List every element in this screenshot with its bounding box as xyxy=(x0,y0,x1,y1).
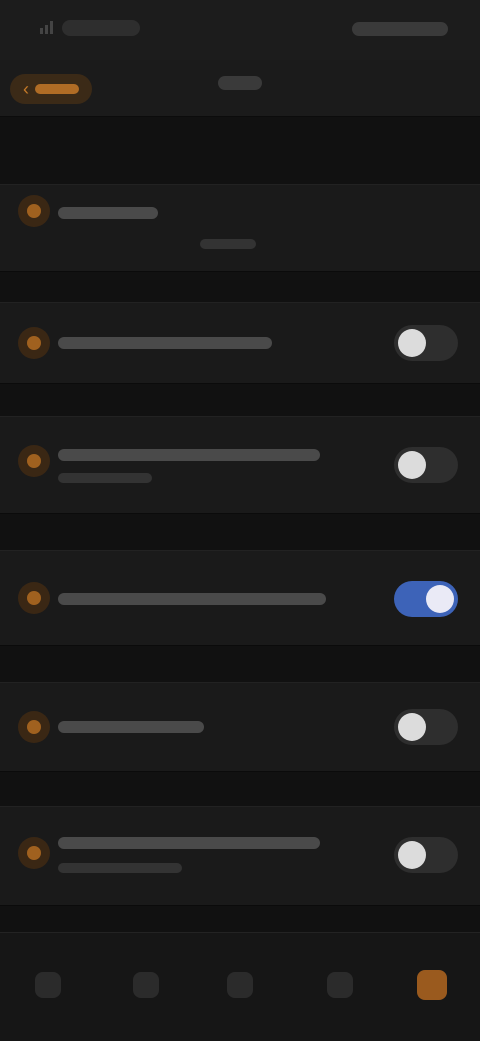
list-icon xyxy=(133,972,159,998)
setting-label xyxy=(58,449,320,461)
section-subtitle xyxy=(200,239,256,249)
nav-list[interactable] xyxy=(118,957,174,1013)
setting-row[interactable] xyxy=(0,550,480,646)
setting-label xyxy=(58,593,326,605)
setting-description xyxy=(58,473,152,483)
settings-list xyxy=(0,116,480,932)
setting-icon-4 xyxy=(18,711,50,743)
setting-toggle[interactable] xyxy=(394,447,458,483)
nav-profile[interactable] xyxy=(312,957,368,1013)
signal-icon xyxy=(38,18,56,36)
setting-icon-2 xyxy=(18,445,50,477)
nav-apps[interactable] xyxy=(212,957,268,1013)
setting-description xyxy=(58,863,182,873)
section-header xyxy=(0,184,480,272)
setting-label xyxy=(58,721,204,733)
status-time xyxy=(62,20,140,36)
nav-home[interactable] xyxy=(20,957,76,1013)
setting-icon-3 xyxy=(18,582,50,614)
profile-icon xyxy=(327,972,353,998)
settings-icon xyxy=(417,970,447,1000)
home-icon xyxy=(35,972,61,998)
setting-row[interactable] xyxy=(0,302,480,384)
setting-label xyxy=(58,337,272,349)
status-bar xyxy=(0,0,480,60)
setting-row[interactable] xyxy=(0,682,480,772)
back-label xyxy=(35,84,79,94)
setting-row[interactable] xyxy=(0,806,480,906)
setting-icon-1 xyxy=(18,327,50,359)
setting-toggle[interactable] xyxy=(394,581,458,617)
chevron-left-icon: ‹ xyxy=(23,79,29,99)
bottom-nav xyxy=(0,932,480,1041)
toggle-knob xyxy=(398,451,426,479)
toggle-knob xyxy=(398,841,426,869)
setting-toggle[interactable] xyxy=(394,709,458,745)
section-icon xyxy=(18,195,50,227)
section-title xyxy=(58,207,158,219)
setting-icon-5 xyxy=(18,837,50,869)
setting-label xyxy=(58,837,320,849)
back-button[interactable]: ‹ xyxy=(10,74,92,104)
setting-row[interactable] xyxy=(0,416,480,514)
apps-icon xyxy=(227,972,253,998)
battery-icon xyxy=(352,22,448,36)
nav-settings[interactable] xyxy=(404,957,460,1013)
toggle-knob xyxy=(398,329,426,357)
page-title xyxy=(218,76,262,90)
toggle-knob xyxy=(426,585,454,613)
setting-toggle[interactable] xyxy=(394,325,458,361)
setting-toggle[interactable] xyxy=(394,837,458,873)
toggle-knob xyxy=(398,713,426,741)
